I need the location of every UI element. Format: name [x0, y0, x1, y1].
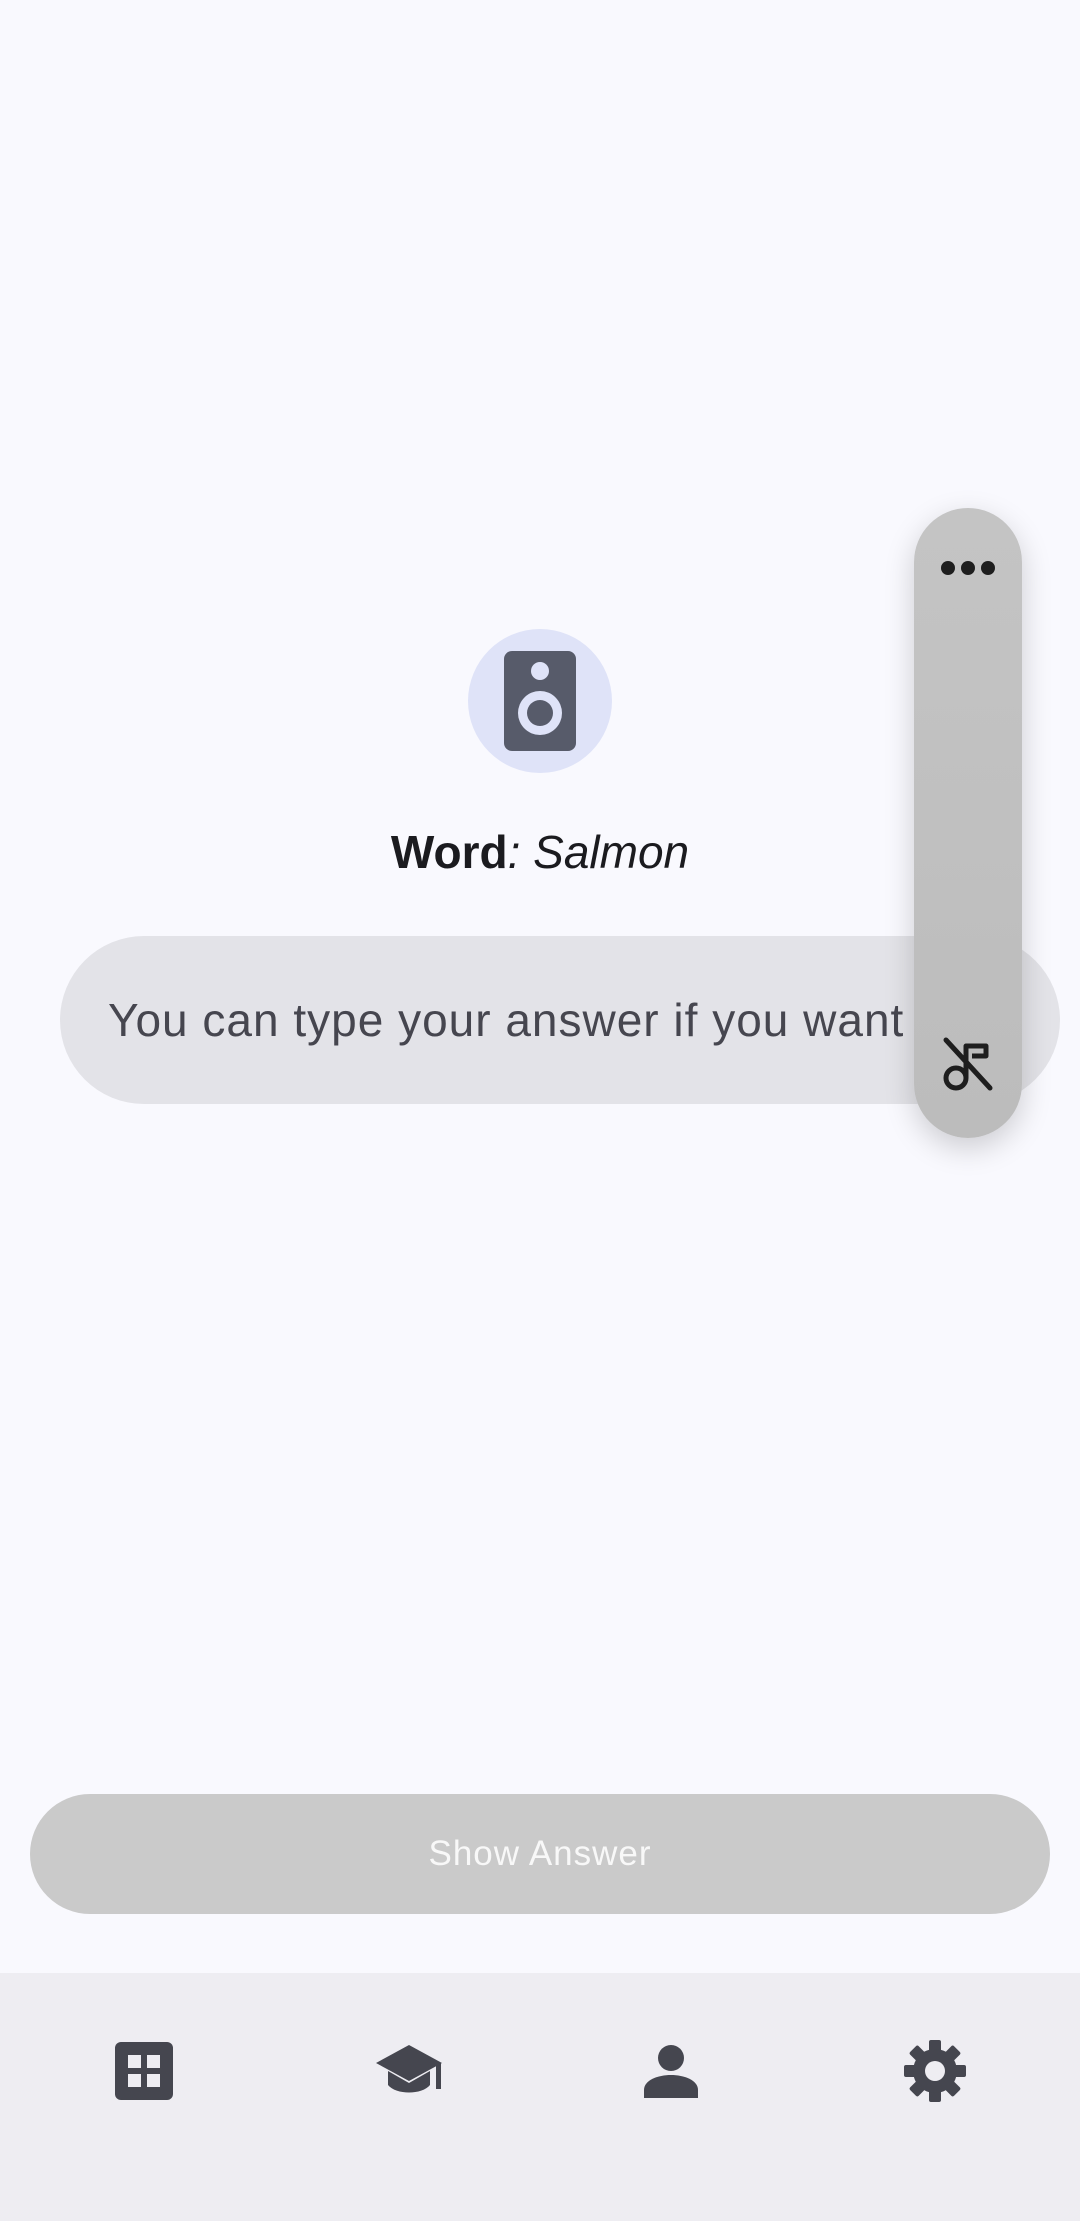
- nav-item-settings[interactable]: [860, 2033, 1010, 2113]
- nav-item-dashboard[interactable]: [69, 2033, 219, 2113]
- mute-music-button[interactable]: [928, 1026, 1008, 1106]
- nav-item-learn[interactable]: [334, 2033, 484, 2113]
- answer-field[interactable]: [60, 936, 1060, 1104]
- graduation-cap-icon: [374, 2043, 444, 2104]
- gear-icon: [904, 2039, 966, 2107]
- flashcard-screen: Word: Salmon Sho: [0, 0, 1080, 2221]
- word-key: Word: [390, 826, 508, 878]
- person-icon: [644, 2044, 698, 2103]
- word-value: Salmon: [533, 826, 690, 878]
- speaker-icon: [504, 651, 576, 751]
- grid-icon: [115, 2041, 173, 2105]
- show-answer-button[interactable]: Show Answer: [30, 1794, 1050, 1914]
- more-button[interactable]: [928, 530, 1008, 610]
- speaker-button[interactable]: [468, 629, 612, 773]
- nav-item-profile[interactable]: [596, 2033, 746, 2113]
- bottom-navigation-bar: [0, 1973, 1080, 2221]
- music-off-icon: [942, 1036, 994, 1097]
- more-horizontal-icon: [938, 558, 998, 583]
- word-separator: :: [507, 826, 534, 878]
- floating-side-panel: [914, 508, 1022, 1138]
